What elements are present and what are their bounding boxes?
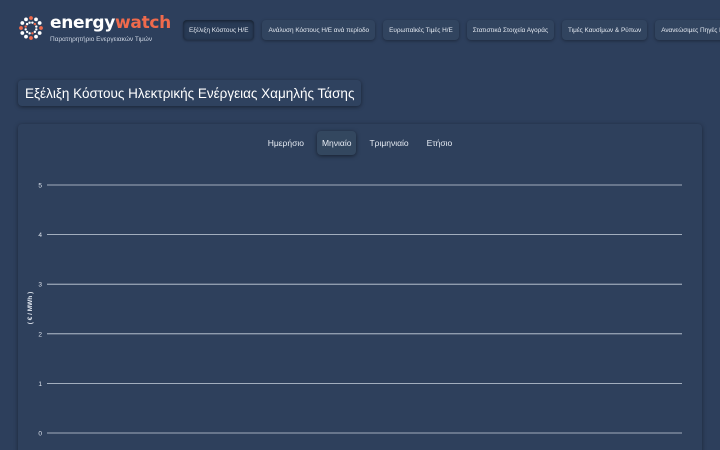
logo-dot bbox=[34, 34, 38, 39]
logo-dot bbox=[25, 30, 29, 34]
chart-card bbox=[18, 124, 702, 450]
logo-dot bbox=[35, 28, 38, 31]
logo-dot bbox=[33, 22, 37, 26]
main-nav: Εξέλιξη Κόστους Η/Ε Ανάλυση Κόστους Η/Ε … bbox=[183, 20, 720, 40]
nav-item-market-statistics[interactable]: Στατιστικά Στοιχεία Αγοράς bbox=[466, 20, 555, 40]
logo-dot bbox=[24, 25, 27, 28]
nav-item-renewables[interactable]: Ανανεώσιμες Πηγές Ενέργειας bbox=[655, 20, 720, 40]
nav-item-cost-analysis[interactable]: Ανάλυση Κόστους Η/Ε ανά περίοδο bbox=[262, 20, 376, 40]
period-tabs: Ημερήσιο Μηνιαίο Τριμηνιαίο Ετήσιο bbox=[0, 131, 720, 155]
logo-dot bbox=[35, 25, 38, 28]
brand-logo[interactable]: energywatch Παρατηρητήριο Ενεργειακών Τι… bbox=[18, 13, 171, 47]
logo-dot bbox=[20, 31, 25, 35]
brand-subtitle: Παρατηρητήριο Ενεργειακών Τιμών bbox=[50, 36, 153, 43]
logo-dot bbox=[28, 21, 31, 24]
logo-dot bbox=[29, 36, 33, 40]
logo-dot bbox=[25, 22, 29, 26]
logo-dot bbox=[37, 21, 42, 25]
logo-dot bbox=[37, 31, 42, 35]
logo-dot bbox=[29, 16, 33, 20]
page-title: Εξέλιξη Κόστους Ηλεκτρικής Ενέργειας Χαμ… bbox=[18, 80, 362, 106]
logo-dot bbox=[19, 26, 23, 30]
logo-dot bbox=[34, 17, 38, 22]
brand-name: energywatch bbox=[50, 13, 171, 33]
energy-watch-logo-icon bbox=[19, 16, 43, 40]
nav-item-cost-evolution[interactable]: Εξέλιξη Κόστους Η/Ε bbox=[183, 20, 255, 40]
logo-dot bbox=[24, 34, 28, 39]
logo-dot bbox=[31, 32, 34, 35]
header: energywatch Παρατηρητήριο Ενεργειακών Τι… bbox=[0, 0, 720, 62]
tab-daily[interactable]: Ημερήσιο bbox=[263, 131, 309, 155]
logo-dot bbox=[24, 17, 28, 22]
logo-dot bbox=[39, 26, 43, 30]
logo-dot bbox=[33, 30, 37, 34]
tab-quarterly[interactable]: Τριμηνιαίο bbox=[364, 131, 413, 155]
logo-dot bbox=[24, 28, 27, 31]
logo-dot bbox=[31, 21, 34, 24]
tab-yearly[interactable]: Ετήσιο bbox=[422, 131, 458, 155]
logo-dot bbox=[20, 21, 25, 25]
nav-item-fuel-emission-prices[interactable]: Τιμές Καυσίμων & Ρύπων bbox=[562, 20, 648, 40]
nav-item-european-prices[interactable]: Ευρωπαϊκές Τιμές Η/Ε bbox=[383, 20, 459, 40]
tab-monthly[interactable]: Μηνιαίο bbox=[316, 131, 357, 155]
logo-dot bbox=[28, 32, 31, 35]
